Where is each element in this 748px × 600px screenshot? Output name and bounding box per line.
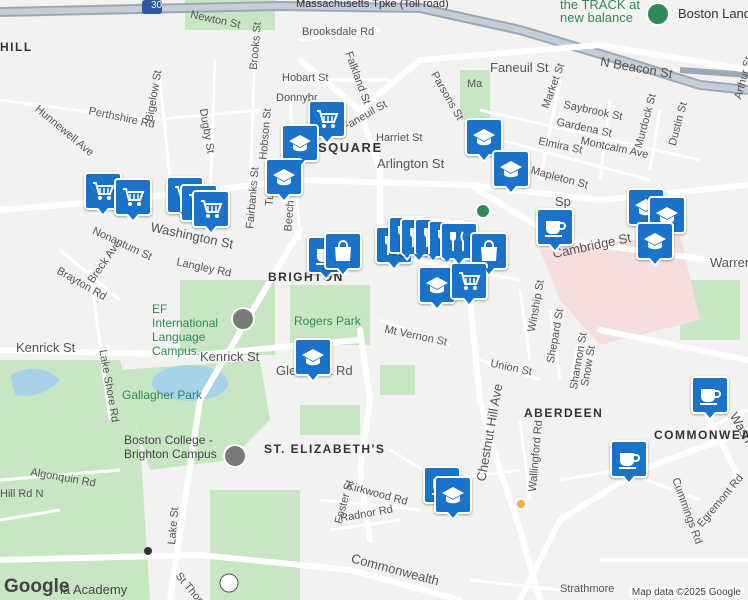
- neighborhood-aberdeen: ABERDEEN: [524, 406, 604, 420]
- map-marker-coffee[interactable]: [691, 376, 729, 421]
- road-label-harriet-st: Harriet St: [376, 132, 423, 144]
- road-label-brooksdale-rd: Brooksdale Rd: [302, 26, 375, 38]
- grocery-icon: [91, 180, 115, 202]
- neighborhood-commonwealth: COMMONWEA: [654, 428, 748, 442]
- school-poi-icon: [231, 307, 255, 331]
- road-label-massachusetts-tpke: Massachusetts Tpke (Toll road): [296, 0, 449, 10]
- transit-pin-icon: [475, 203, 491, 219]
- shopping-bag-icon: [331, 240, 355, 262]
- school-icon: [472, 126, 496, 148]
- place-academy[interactable]: ia Academy: [60, 582, 127, 597]
- coffee-icon: [698, 384, 722, 406]
- road-label-warren: Warren: [710, 255, 748, 270]
- map-marker-school[interactable]: [434, 476, 472, 521]
- restaurant-icon: [447, 230, 471, 252]
- map-marker-shopping-bag[interactable]: [324, 232, 362, 277]
- coffee-icon: [617, 448, 641, 470]
- road-label-hill-rd-n: Hill Rd N: [0, 488, 44, 500]
- road-label-ma: Ma: [467, 78, 483, 90]
- map-marker-coffee[interactable]: [536, 208, 574, 253]
- place-gallagher-park[interactable]: Gallagher Park: [122, 388, 202, 402]
- grocery-icon: [199, 198, 223, 220]
- map-marker-school[interactable]: [281, 124, 319, 169]
- grocery-icon: [457, 270, 481, 292]
- road-label-strathmore: Strathmore: [560, 583, 615, 595]
- place-the-track[interactable]: the TRACK at new balance: [560, 0, 650, 24]
- school-poi-icon: [223, 444, 247, 468]
- place-boston-college[interactable]: Boston College - Brighton Campus: [124, 433, 224, 461]
- road-label-hobart-st: Hobart St: [282, 72, 329, 84]
- map-canvas[interactable]: 30 Massachusetts Tpke (Toll road) Newton…: [0, 0, 748, 600]
- place-pin-icon[interactable]: [646, 2, 670, 26]
- map-marker-school[interactable]: [492, 150, 530, 195]
- coffee-icon: [543, 216, 567, 238]
- road-label-faneuil-st-e: Faneuil St: [490, 60, 549, 75]
- map-marker-grocery[interactable]: [114, 178, 152, 223]
- road-label-sp: Sp: [555, 194, 571, 209]
- neighborhood-st-elizabeths: ST. ELIZABETH'S: [264, 442, 386, 456]
- road-label-kenrick-st-w: Kenrick St: [16, 340, 76, 355]
- road-label-arlington-st: Arlington St: [377, 156, 445, 171]
- place-boston-landing[interactable]: Boston Land: [678, 6, 748, 21]
- school-icon: [301, 346, 325, 368]
- shopping-bag-icon: [477, 240, 501, 262]
- school-icon: [272, 166, 296, 188]
- grocery-icon: [121, 186, 145, 208]
- google-logo: Google: [4, 576, 70, 597]
- map-marker-grocery[interactable]: [450, 262, 488, 307]
- map-marker-school[interactable]: [294, 338, 332, 383]
- map-marker-coffee[interactable]: [610, 440, 648, 485]
- map-attribution[interactable]: Map data ©2025 Google: [628, 587, 744, 598]
- school-icon: [499, 158, 523, 180]
- place-ef-international[interactable]: EF International Language Campus...: [152, 302, 232, 358]
- place-rogers-park[interactable]: Rogers Park: [294, 314, 361, 328]
- route-90-shield: 30: [151, 0, 163, 11]
- school-icon: [425, 274, 449, 296]
- school-icon: [288, 132, 312, 154]
- area-label-hill: HILL: [0, 40, 33, 54]
